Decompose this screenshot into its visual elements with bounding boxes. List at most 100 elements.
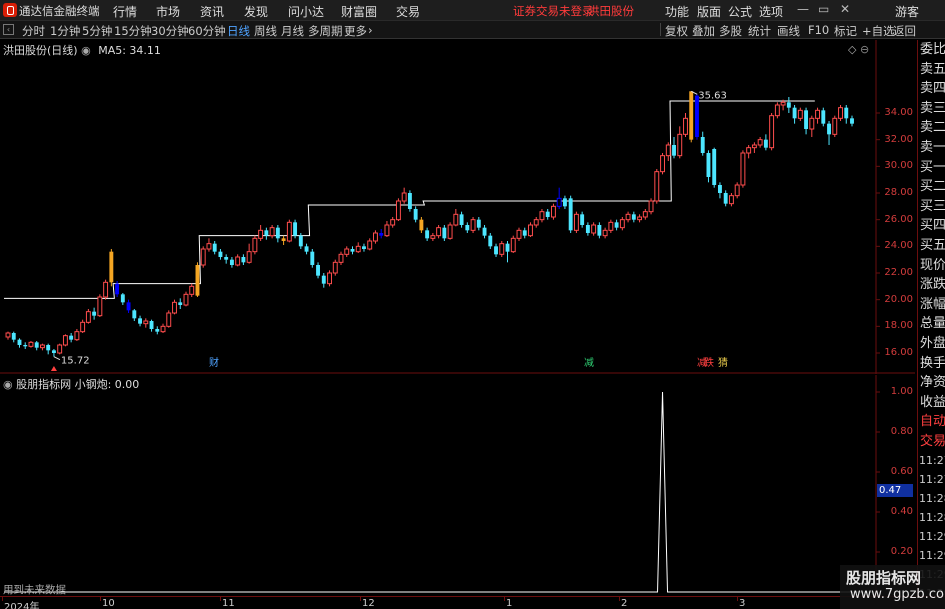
period-fenshi[interactable]: 分时 [22,23,45,39]
candle-body [304,246,309,252]
candle-body [269,227,275,237]
app-title: 通达信金融终端 [19,4,100,18]
candle-body [568,198,573,231]
candle-body [712,149,717,185]
candle-body [178,302,183,305]
candle-body [591,224,597,234]
trade-tab[interactable]: 交易 [918,432,945,452]
price-tick: 30.00 [884,160,913,172]
quote-label: 买一 [920,159,945,175]
menu-hangqing[interactable]: 行情 [113,3,137,20]
candle-body [327,272,332,285]
period-multi[interactable]: 多周期 [308,23,343,39]
menu-shichang[interactable]: 市场 [156,3,180,20]
candle-body [132,310,137,319]
indicator-settings-icon[interactable]: ◉ [3,378,13,391]
menu-gongshi[interactable]: 公式 [728,3,752,20]
btn-add-favorite[interactable]: +自选 [862,23,895,39]
menu-jiaoyi[interactable]: 交易 [396,3,420,20]
candle-body [51,350,56,353]
period-1min[interactable]: 1分钟 [50,23,80,39]
date-label: 2 [621,598,628,609]
period-30min[interactable]: 30分钟 [151,23,189,39]
price-tick: 22.00 [884,267,913,278]
close-icon[interactable]: ✕ [840,2,850,16]
candle-body [160,325,166,333]
period-weekly[interactable]: 周线 [254,23,277,39]
trade-tab[interactable]: 自动 [918,412,945,432]
date-tick-mark [2,597,3,601]
chart-tool-icons[interactable]: ◇ ⊖ [848,43,869,56]
quote-label: 总量 [920,316,945,332]
dropdown-circle-icon[interactable]: ◉ [81,44,91,57]
btn-f10[interactable]: F10 [808,23,829,37]
date-label: 1 [506,598,513,609]
kline-chart[interactable]: 35.6315.72 财减减跌猜 [0,40,915,374]
candle-body [316,265,320,276]
candle-body [734,184,740,197]
btn-return[interactable]: 返回 [893,23,916,39]
period-60min[interactable]: 60分钟 [188,23,226,39]
event-tag: 猜 [718,356,728,369]
candle-body [597,225,602,236]
minimize-icon[interactable]: — [797,2,809,16]
menu-faxian[interactable]: 发现 [244,3,268,20]
back-arrow-icon[interactable]: ‹ [3,24,14,35]
candle-body [602,229,608,237]
watermark-title: 股朋指标网 [846,569,922,587]
chart-title: 洪田股份(日线) ◉ MA5: 34.11 [3,42,161,58]
btn-biaoji[interactable]: 标记 [834,23,857,39]
btn-duogu[interactable]: 多股 [719,23,742,39]
candle-body [494,246,498,255]
period-5min[interactable]: 5分钟 [82,23,112,39]
candle-body [488,235,493,247]
candle-body [482,227,487,236]
btn-fuquan[interactable]: 复权 [665,23,688,39]
period-15min[interactable]: 15分钟 [114,23,152,39]
candle-body [453,213,459,226]
user-guest[interactable]: 游客 [895,3,919,20]
login-warning[interactable]: 证券交易未登录 [513,3,594,19]
candle-body [138,318,143,324]
candle-body [235,256,241,266]
candle-body [258,229,264,239]
candle-body [401,192,407,202]
period-daily[interactable]: 日线 [227,23,250,39]
candle-body [264,230,269,236]
kline-panel[interactable]: 35.63 15.72 财减减跌猜 洪田股份(日线) ◉ MA5: 34.11 ◇ … [0,40,915,374]
maximize-icon[interactable]: ▭ [818,2,829,16]
candle-body [332,261,338,274]
low-arrow-icon [50,366,57,371]
candle-body [442,227,447,239]
menu-wenxiaoda[interactable]: 问小达 [288,3,324,20]
menu-caifuquan[interactable]: 财富圈 [341,3,377,20]
candle-body [608,221,614,231]
candle-body [774,104,780,117]
candle-body [723,193,728,204]
indicator-panel[interactable]: ◉ 股朋指标网 小钢炮: 0.00 1.00 0.80 0.60 0.40 0.20 [0,375,915,596]
menu-xuanxiang[interactable]: 选项 [759,3,783,20]
candle-body [436,227,442,237]
btn-diejia[interactable]: 叠加 [692,23,715,39]
period-monthly[interactable]: 月线 [281,23,304,39]
menu-zixun[interactable]: 资讯 [200,3,224,20]
candle-body [155,329,160,332]
btn-huaxian[interactable]: 画线 [777,23,800,39]
candle-body [746,147,752,154]
candle-body [763,139,768,148]
quote-label: 买五 [920,237,945,253]
price-tick: 28.00 [884,187,913,198]
period-toolbar: ‹ 分时 1分钟 5分钟 15分钟 30分钟 60分钟 日线 周线 月线 多周期… [0,21,945,39]
quote-label: 现价 [920,257,945,273]
indicator-tick: 0.20 [890,546,913,557]
candle-body [395,200,401,221]
period-more[interactable]: 更多 [344,23,367,39]
tick-time: 11:27 [919,473,945,487]
candle-body [183,293,189,306]
menu-gongneng[interactable]: 功能 [665,3,689,20]
btn-tongji[interactable]: 统计 [748,23,771,39]
indicator-chart[interactable] [0,375,915,596]
menu-banmian[interactable]: 版面 [697,3,721,20]
more-chevron-icon[interactable]: › [368,23,373,37]
date-axis: 2024年 10 11 12 1 2 3 [0,596,945,609]
